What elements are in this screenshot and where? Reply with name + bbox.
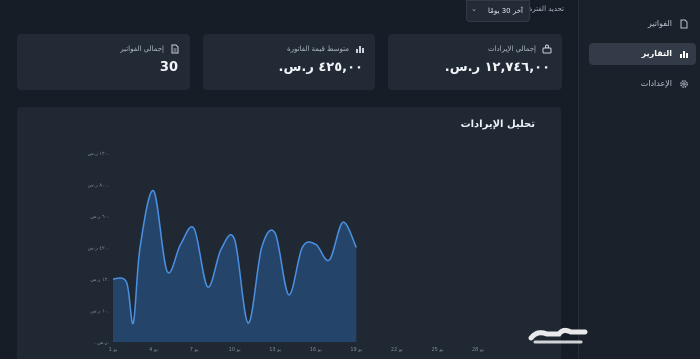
chevron-down-icon: ⌄ xyxy=(471,5,477,13)
file-icon xyxy=(680,19,688,29)
x-tick-label: 22 يو xyxy=(391,347,404,353)
bar-chart-icon xyxy=(356,46,364,53)
y-tick-label: ١٢٠ ر.س. xyxy=(88,151,110,157)
sidebar-item-reports[interactable]: التقارير xyxy=(589,43,696,65)
sidebar-item-invoices[interactable]: الفواتير xyxy=(589,13,696,35)
x-tick-label: 10 يو xyxy=(229,347,242,353)
total-revenue-card: إجمالي الإيرادات ١٢,٧٤٦,٠٠ ر.س. xyxy=(388,34,562,90)
revenue-chart-card: تحليل الإيرادات ١٢٠ ر.س. ٨٠٠ ر.س. ٦٠ ر.س. ٤… xyxy=(17,107,561,359)
avg-invoice-title: متوسط قيمة الفاتورة xyxy=(286,45,349,53)
y-tick-label: ١٢ ر.س. xyxy=(90,277,109,283)
y-tick-label: . ر.س. xyxy=(94,340,109,346)
file-icon xyxy=(171,44,179,54)
total-invoices-title: إجمالي الفواتير xyxy=(120,45,164,53)
x-tick-label: 19 يو xyxy=(350,347,363,353)
money-icon xyxy=(542,44,552,54)
y-tick-label: ٦٠ ر.س. xyxy=(90,214,109,220)
period-select-value: آخر 30 يومًا xyxy=(488,7,523,15)
y-tick-label: ١٠ ر.س. xyxy=(90,309,109,315)
sidebar-item-label: الإعدادات xyxy=(640,79,672,88)
sidebar-item-label: الفواتير xyxy=(647,19,672,28)
main-content: تحديد الفترة آخر 30 يومًا ⌄ إجمالي الإير… xyxy=(0,0,578,359)
period-select[interactable]: آخر 30 يومًا ⌄ xyxy=(466,0,530,22)
gear-icon xyxy=(680,80,688,88)
x-tick-label: 4 يو xyxy=(149,347,158,353)
y-tick-label: ٤٢٠ ر.س. xyxy=(88,246,110,252)
top-bar: تحديد الفترة آخر 30 يومًا ⌄ xyxy=(0,0,578,26)
x-tick-label: 13 يو xyxy=(269,347,282,353)
x-tick-label: 1 يو xyxy=(109,347,118,353)
revenue-area xyxy=(113,190,357,342)
total-revenue-title: إجمالي الإيرادات xyxy=(488,45,536,53)
total-invoices-card: إجمالي الفواتير 30 xyxy=(17,34,190,90)
x-tick-label: 25 يو xyxy=(431,347,444,353)
avg-invoice-card: متوسط قيمة الفاتورة ٤٢٥,٠٠ ر.س. xyxy=(203,34,375,90)
watermark-logo xyxy=(528,327,588,344)
x-tick-label: 28 يو xyxy=(472,347,485,353)
avg-invoice-value: ٤٢٥,٠٠ ر.س. xyxy=(278,60,363,75)
total-revenue-value: ١٢,٧٤٦,٠٠ ر.س. xyxy=(444,60,550,75)
bar-chart-icon xyxy=(680,51,688,58)
sidebar-item-label: التقارير xyxy=(641,49,672,58)
total-invoices-value: 30 xyxy=(159,60,178,75)
x-tick-label: 16 يو xyxy=(310,347,323,353)
period-label: تحديد الفترة xyxy=(528,5,564,13)
x-tick-label: 7 يو xyxy=(190,347,199,353)
y-tick-label: ٨٠٠ ر.س. xyxy=(88,183,110,189)
sidebar-item-settings[interactable]: الإعدادات xyxy=(589,73,696,95)
revenue-chart: ١٢٠ ر.س. ٨٠٠ ر.س. ٦٠ ر.س. ٤٢٠ ر.س. ١٢ ر.س. ١٠… xyxy=(88,151,485,353)
sidebar: الفواتير التقارير الإعدادات xyxy=(578,0,700,359)
